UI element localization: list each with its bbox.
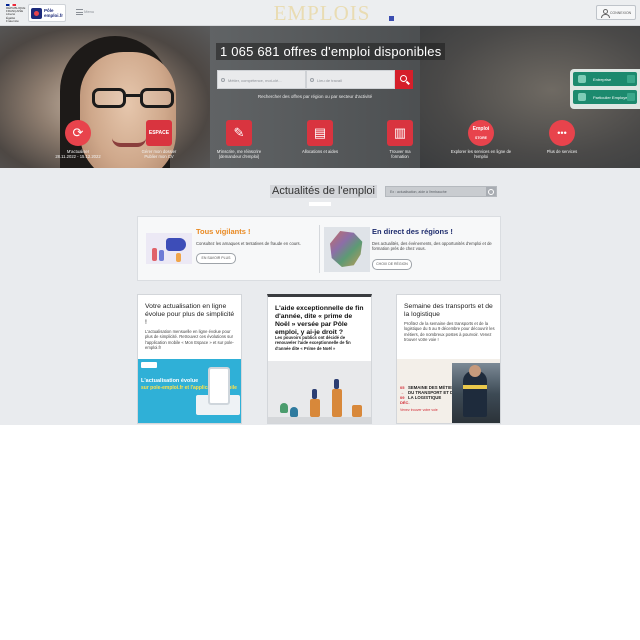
action-label: Allocations et aides	[301, 149, 339, 154]
pe-logo-text: emploi.fr	[44, 13, 64, 18]
user-icon	[601, 9, 610, 18]
badge-square-icon	[389, 16, 394, 21]
section-title: Actualités de l'emploi	[270, 185, 377, 198]
news-section: Actualités de l'emploi Ex : actualisatio…	[0, 168, 640, 425]
alert-text: Des actualités, des événements, des oppo…	[372, 241, 492, 252]
menu-button[interactable]: Menu	[76, 9, 98, 17]
hero-banner: 1 065 681 offres d'emploi disponibles Mé…	[0, 26, 640, 168]
side-tab-entreprise[interactable]: Entreprise	[573, 72, 637, 86]
divider	[319, 225, 320, 273]
card-title: Votre actualisation en ligne évolue pour…	[145, 303, 235, 326]
side-tab-particulier-employeur[interactable]: Particulier Employeur	[573, 90, 637, 104]
side-tabs: Entreprise Particulier Employeur	[570, 69, 640, 109]
quick-actions: ⟳ M'actualiser 28.11.2022 - 15.12.2022 E…	[0, 118, 640, 168]
action-sublabel: (demandeur d'emploi)	[218, 154, 260, 159]
side-tab-label: Entreprise	[593, 77, 612, 82]
en-savoir-plus-button[interactable]: EN SAVOIR PLUS	[196, 253, 236, 264]
side-tab-label: Particulier Employeur	[593, 95, 632, 100]
action-plus-services[interactable]: ••• Plus de services	[527, 120, 597, 154]
refresh-icon: ⟳	[65, 120, 91, 146]
coin-stack-icon	[310, 399, 320, 417]
job-search-form: Métier, compétence, mot-clé... Lieu de t…	[217, 70, 413, 89]
choix-region-button[interactable]: CHOIX DE RÉGION	[372, 259, 412, 270]
alert-regions: En direct des régions ! Des actualités, …	[322, 225, 498, 275]
document-icon: ▤	[307, 120, 333, 146]
emploi-store-icon: Emploi STORE	[468, 120, 494, 146]
more-dots-icon: •••	[549, 120, 575, 146]
pencil-house-icon: ✎	[226, 120, 252, 146]
card-title: L'aide exceptionnelle de fin d'année, di…	[275, 305, 364, 336]
alert-title: En direct des régions !	[372, 227, 453, 236]
action-sublabel: Publier mon CV	[144, 154, 174, 159]
action-gerer-dossier[interactable]: ESPACE Gérer mon dossier Publier mon CV	[124, 120, 194, 159]
phone-icon	[208, 367, 230, 405]
card-image	[268, 361, 371, 423]
action-actualiser[interactable]: ⟳ M'actualiser 28.11.2022 - 15.12.2022	[43, 120, 113, 159]
republique-francaise-logo[interactable]: RÉPUBLIQUE FRANÇAISE Liberté Égalité Fra…	[6, 4, 26, 23]
alert-text: Consultez les arnaques et tentatives de …	[196, 241, 301, 246]
offers-count-headline: 1 065 681 offres d'emploi disponibles	[216, 43, 446, 60]
card-image: 05 → 09 DÉC. SEMAINE DES MÉTIERS DU TRAN…	[397, 359, 500, 423]
alert-panel: Tous vigilants ! Consultez les arnaques …	[137, 216, 501, 281]
action-label: Plus de services	[546, 149, 578, 154]
news-search-button[interactable]	[486, 187, 496, 196]
alert-vigilance: Tous vigilants ! Consultez les arnaques …	[144, 225, 314, 275]
action-allocations[interactable]: ▤ Allocations et aides	[285, 120, 355, 154]
tree-icon	[290, 407, 298, 417]
magnifier-icon	[400, 75, 407, 82]
tree-icon	[280, 403, 288, 413]
card-image-subtitle: Venez trouver votre voie	[400, 408, 438, 412]
person-icon	[334, 379, 339, 389]
building-icon	[578, 75, 586, 83]
top-bar: RÉPUBLIQUE FRANÇAISE Liberté Égalité Fra…	[0, 0, 640, 26]
action-sublabel: formation	[391, 154, 409, 159]
keyword-search-input[interactable]: Métier, compétence, mot-clé...	[217, 70, 306, 89]
coin-stack-icon	[332, 389, 342, 417]
megaphone-illustration	[146, 233, 192, 264]
book-icon: ▥	[387, 120, 413, 146]
france-map-illustration	[324, 227, 370, 272]
action-inscrire[interactable]: ✎ M'inscrire, me réinscrire (demandeur d…	[204, 120, 274, 159]
arrow-icon	[627, 75, 635, 83]
card-text: Les pouvoirs publics ont décidé de renou…	[275, 335, 351, 351]
search-by-region-link[interactable]: Rechercher des offres par région ou par …	[217, 94, 413, 99]
menu-label: Menu	[84, 9, 95, 15]
action-emploi-store[interactable]: Emploi STORE Explorer les services en li…	[446, 120, 516, 159]
news-search-input[interactable]: Ex : actualisation, aide à l'embauche	[385, 186, 497, 197]
location-icon	[310, 78, 314, 82]
coin-stack-icon	[352, 405, 362, 417]
card-text: L'actualisation mensuelle en ligne évolu…	[145, 329, 234, 351]
house-icon	[578, 93, 586, 101]
action-sublabel: 28.11.2022 - 15.12.2022	[55, 154, 101, 159]
search-icon	[221, 78, 225, 82]
arrow-icon	[627, 93, 635, 101]
action-sublabel: l'emploi	[473, 154, 489, 159]
location-search-input[interactable]: Lieu de travail	[306, 70, 395, 89]
connexion-button[interactable]: CONNEXION	[596, 5, 636, 20]
news-card-actualisation[interactable]: Votre actualisation en ligne évolue pour…	[137, 294, 242, 424]
pole-emploi-logo[interactable]: Pôle emploi.fr	[28, 4, 66, 22]
rf-logo-line: Fraternité	[6, 18, 19, 23]
glasses-illustration	[92, 88, 178, 110]
search-button[interactable]	[395, 70, 413, 89]
card-image: L'actualisation évolue sur pole-emploi.f…	[138, 359, 241, 423]
card-image-title: L'actualisation évolue	[141, 378, 199, 384]
site-title: EMPLOIS	[273, 1, 371, 25]
location-placeholder: Lieu de travail	[317, 78, 342, 83]
news-card-transports[interactable]: Semaine des transports et de la logistiq…	[396, 294, 501, 424]
action-formation[interactable]: ▥ Trouver ma formation	[365, 120, 435, 159]
keyword-placeholder: Métier, compétence, mot-clé...	[228, 78, 282, 83]
person-icon	[312, 389, 317, 399]
news-card-prime-noel[interactable]: L'aide exceptionnelle de fin d'année, di…	[267, 294, 372, 424]
espace-personnel-icon: ESPACE	[146, 120, 172, 146]
hamburger-icon	[76, 9, 83, 15]
connexion-label: CONNEXION	[610, 11, 632, 15]
card-text: Profitez de la semaine des transports et…	[404, 321, 495, 343]
card-image-title: SEMAINE DES MÉTIERS DU TRANSPORT ET DE L…	[408, 385, 458, 400]
title-underline	[309, 202, 331, 206]
card-title: Semaine des transports et de la logistiq…	[404, 303, 493, 318]
pole-emploi-mark-icon	[31, 8, 42, 19]
pole-emploi-badge-icon	[141, 362, 157, 368]
alert-title: Tous vigilants !	[196, 227, 251, 236]
